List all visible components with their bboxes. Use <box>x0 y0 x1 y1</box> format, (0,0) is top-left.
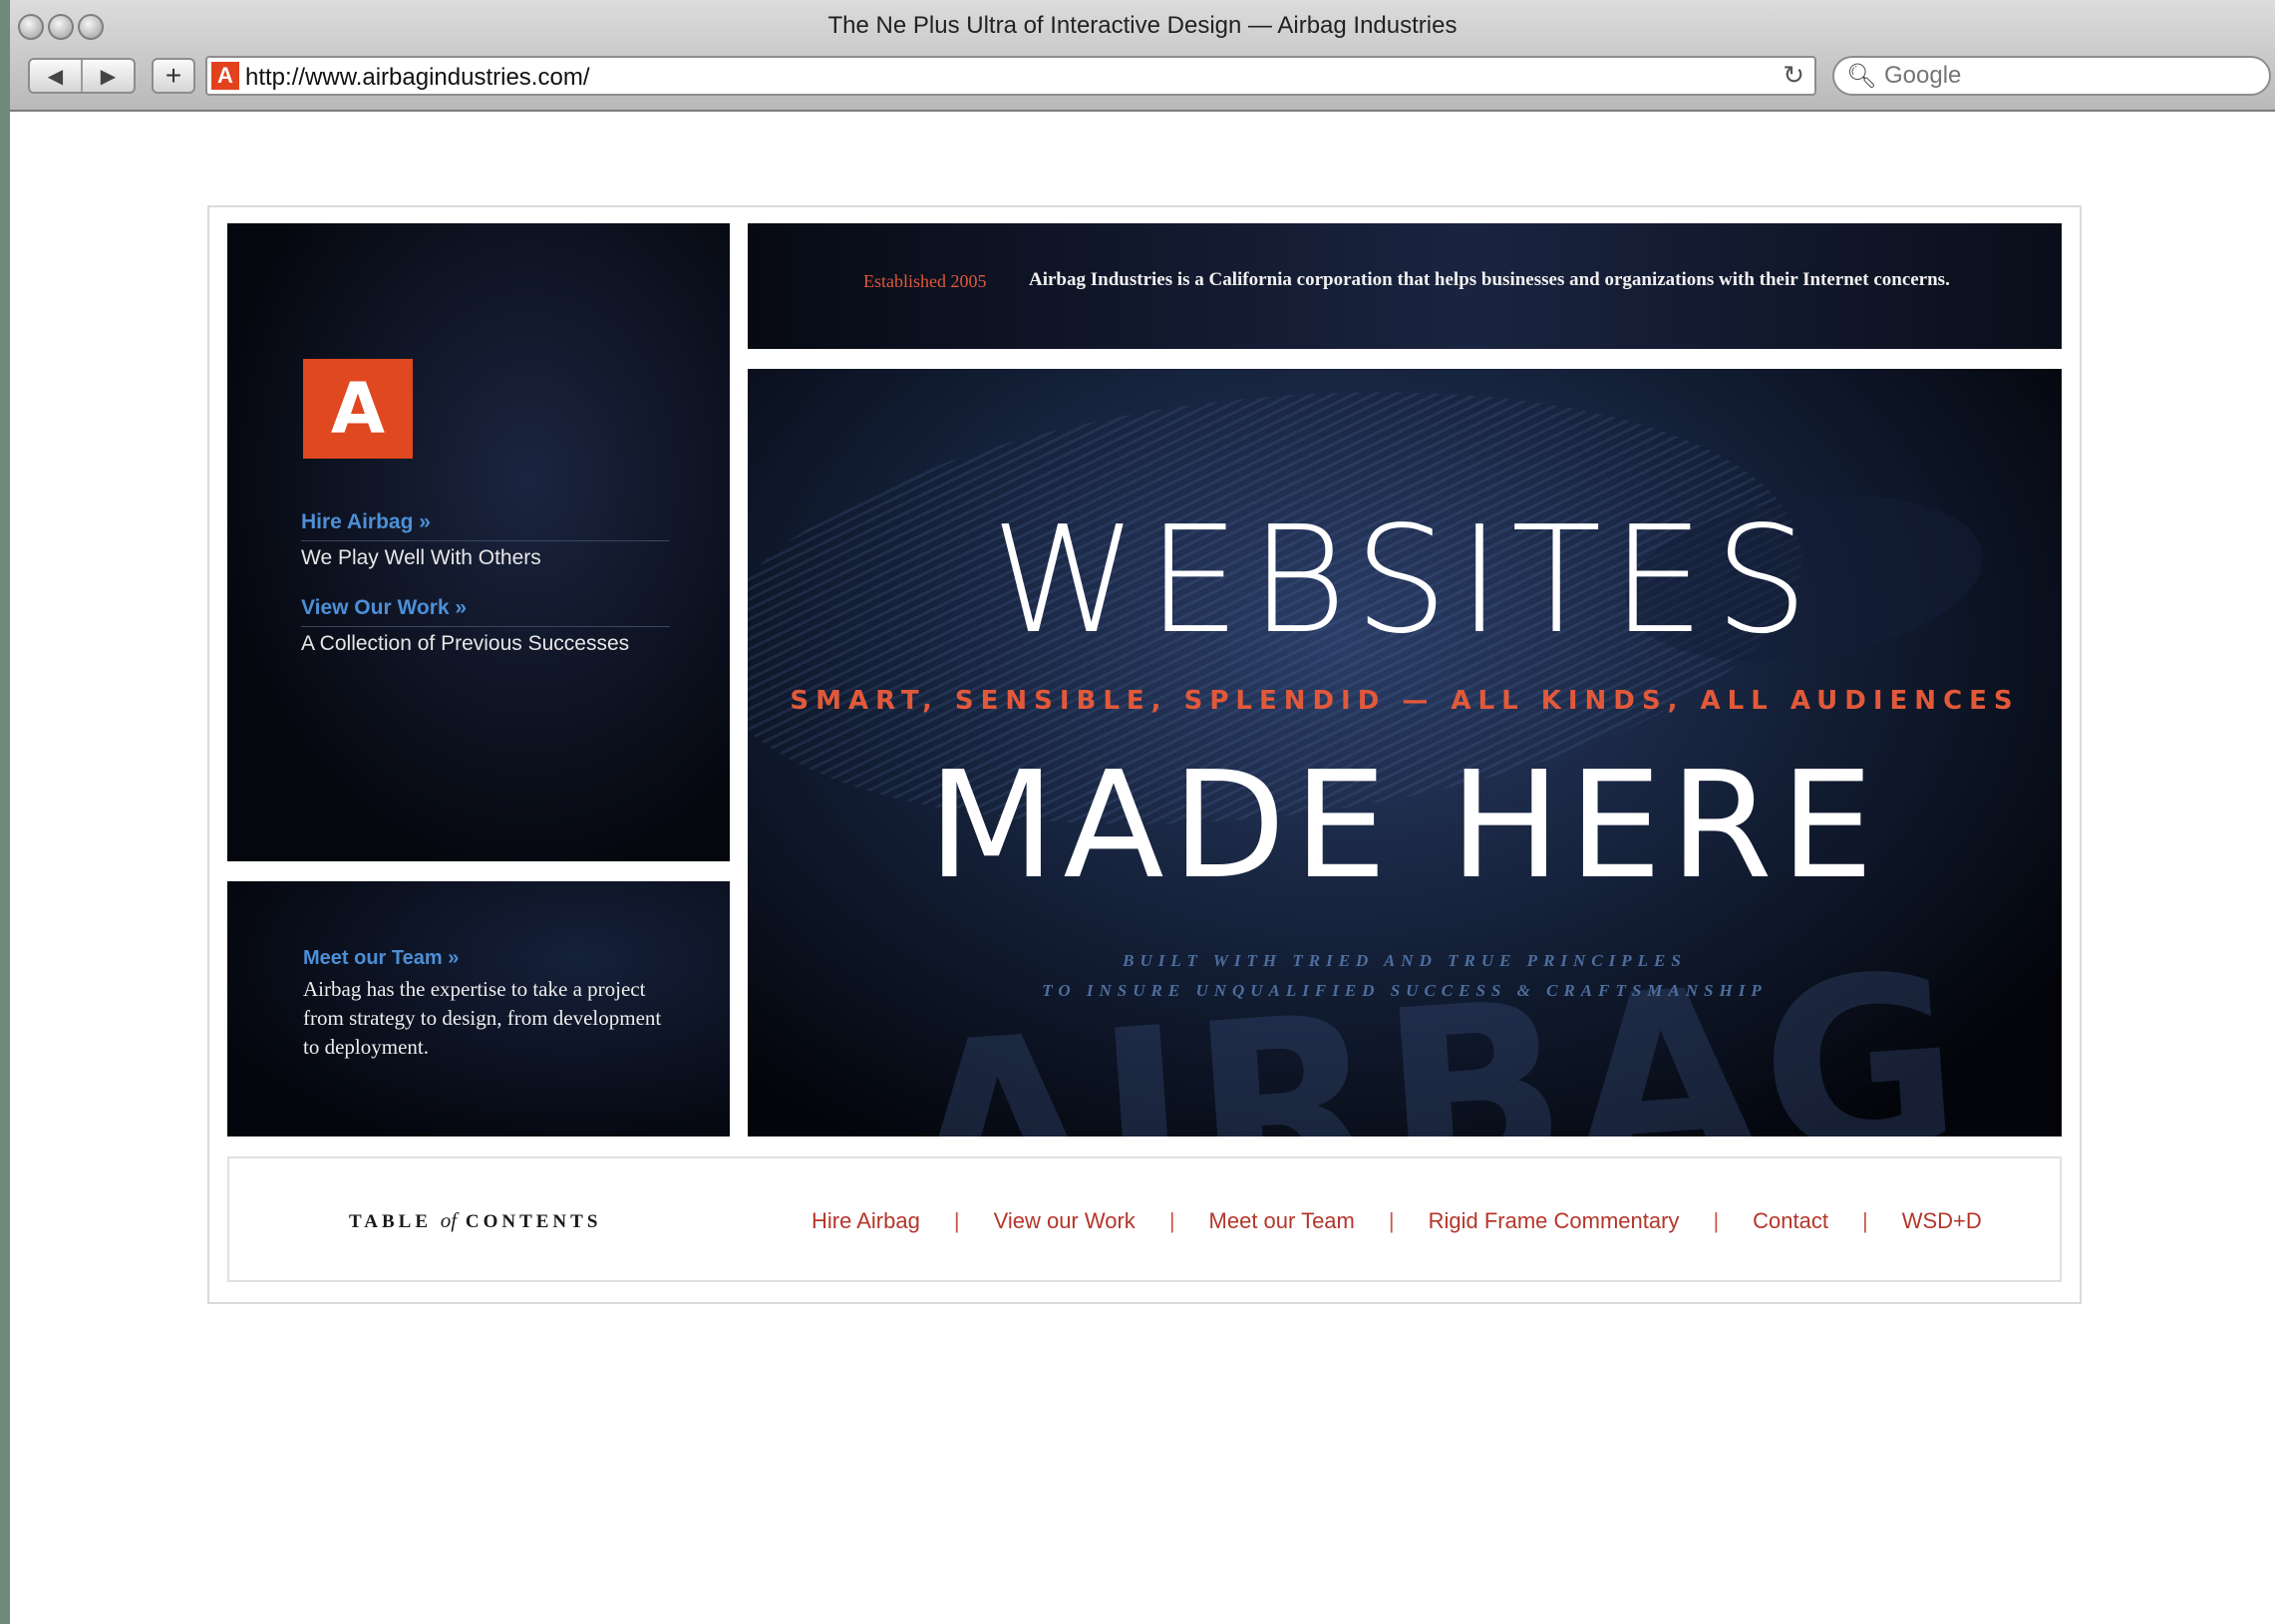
search-input[interactable] <box>1882 60 2245 92</box>
toc-link-view-our-work[interactable]: View our Work <box>994 1208 1136 1234</box>
hero-headline-websites: WEBSITES <box>991 494 1818 666</box>
toc-separator: | <box>953 1208 960 1233</box>
address-bar[interactable]: A http://www.airbagindustries.com/ ↻ <box>205 56 1816 96</box>
hire-airbag-description: We Play Well With Others <box>301 546 541 569</box>
hero-subheadline: SMART, SENSIBLE, SPLENDID — ALL KINDS, A… <box>790 686 2020 716</box>
table-of-contents: TABLE of CONTENTS Hire Airbag | View our… <box>227 1156 2062 1282</box>
sidebar-panel: A Hire Airbag » We Play Well With Others… <box>227 223 730 861</box>
window-title: The Ne Plus Ultra of Interactive Design … <box>827 12 1458 39</box>
site-favicon-icon: A <box>211 62 239 90</box>
toc-link-meet-our-team[interactable]: Meet our Team <box>1209 1208 1355 1234</box>
view-our-work-link[interactable]: View Our Work » <box>301 596 467 620</box>
browser-window: The Ne Plus Ultra of Interactive Design … <box>10 0 2275 1624</box>
team-description: Airbag has the expertise to take a proje… <box>303 977 662 1059</box>
toc-link-wsdd[interactable]: WSD+D <box>1902 1208 1982 1234</box>
hero-banner: AIRBAG WEBSITES SMART, SENSIBLE, SPLENDI… <box>748 369 2062 1137</box>
toc-links: Hire Airbag | View our Work | Meet our T… <box>812 1208 1982 1234</box>
toc-separator: | <box>1861 1208 1868 1233</box>
add-bookmark-button[interactable]: + <box>152 58 195 94</box>
search-icon[interactable]: 🔍︎ <box>1846 62 1876 91</box>
search-box[interactable]: 🔍︎ <box>1832 56 2271 96</box>
toc-title-of: of <box>440 1208 458 1232</box>
forward-arrow-icon[interactable]: ▶ <box>83 60 134 92</box>
browser-toolbar: The Ne Plus Ultra of Interactive Design … <box>10 0 2275 112</box>
toc-separator: | <box>1713 1208 1720 1233</box>
hero-principles-line-2: TO INSURE UNQUALIFIED SUCCESS & CRAFTSMA… <box>1042 981 1768 1000</box>
company-tagline: Airbag Industries is a California corpor… <box>1029 269 1950 290</box>
team-panel: Meet our Team » Airbag has the expertise… <box>227 881 730 1137</box>
toc-separator: | <box>1388 1208 1395 1233</box>
divider <box>301 540 670 541</box>
toc-title-table: TABLE <box>349 1211 433 1232</box>
back-arrow-icon[interactable]: ◀ <box>30 60 83 92</box>
view-our-work-description: A Collection of Previous Successes <box>301 632 630 655</box>
airbag-logo[interactable]: A <box>303 359 413 459</box>
reload-icon[interactable]: ↻ <box>1783 60 1804 91</box>
hero-headline-made-here: MADE HERE <box>927 740 1882 911</box>
toc-link-contact[interactable]: Contact <box>1753 1208 1828 1234</box>
meet-our-team-link[interactable]: Meet our Team » <box>303 947 459 970</box>
toc-separator: | <box>1168 1208 1175 1233</box>
toc-link-hire-airbag[interactable]: Hire Airbag <box>812 1208 920 1234</box>
hero-principles-line-1: BUILT WITH TRIED AND TRUE PRINCIPLES <box>1123 951 1687 970</box>
web-page: A Hire Airbag » We Play Well With Others… <box>10 112 2275 1624</box>
url-text[interactable]: http://www.airbagindustries.com/ <box>245 64 589 92</box>
hire-airbag-link[interactable]: Hire Airbag » <box>301 510 431 534</box>
toc-link-rigid-frame-commentary[interactable]: Rigid Frame Commentary <box>1429 1208 1680 1234</box>
history-buttons: ◀ ▶ <box>28 58 136 94</box>
established-label: Established 2005 <box>863 271 987 291</box>
toc-title-contents: CONTENTS <box>465 1211 602 1232</box>
intro-strip: Established 2005 Airbag Industries is a … <box>748 223 2062 349</box>
toc-title: TABLE of CONTENTS <box>349 1208 601 1233</box>
plus-icon: + <box>164 60 182 91</box>
divider <box>301 626 670 627</box>
